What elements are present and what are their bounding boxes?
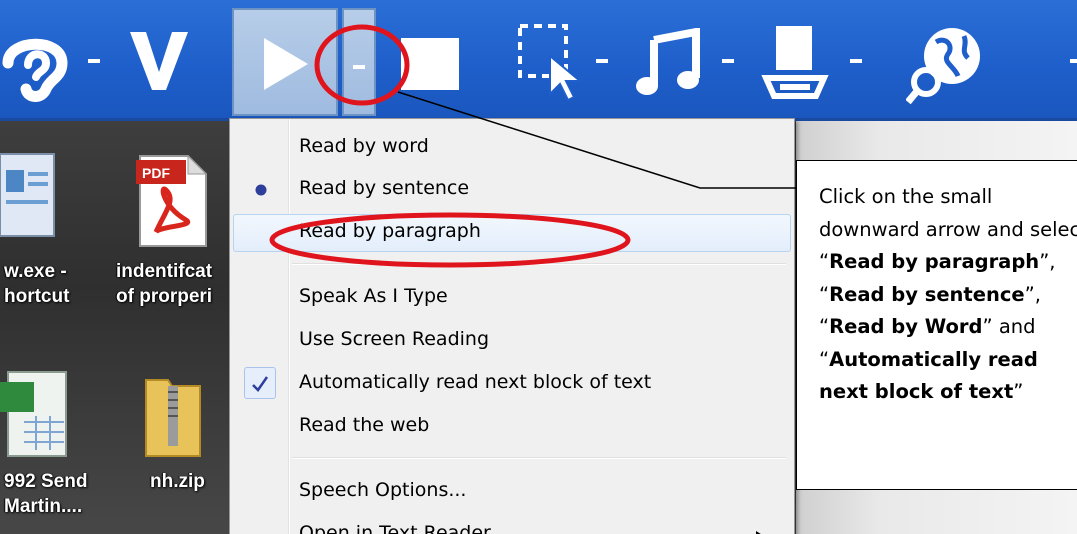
annotation-circle-paragraph (269, 212, 631, 268)
annotation-leader-line (397, 91, 796, 189)
annotation-circle-dropdown (314, 24, 410, 106)
annotation-overlay (269, 24, 796, 268)
screenshot: w.exe - hortcut PDF indentifcat of prorp… (0, 0, 1077, 534)
